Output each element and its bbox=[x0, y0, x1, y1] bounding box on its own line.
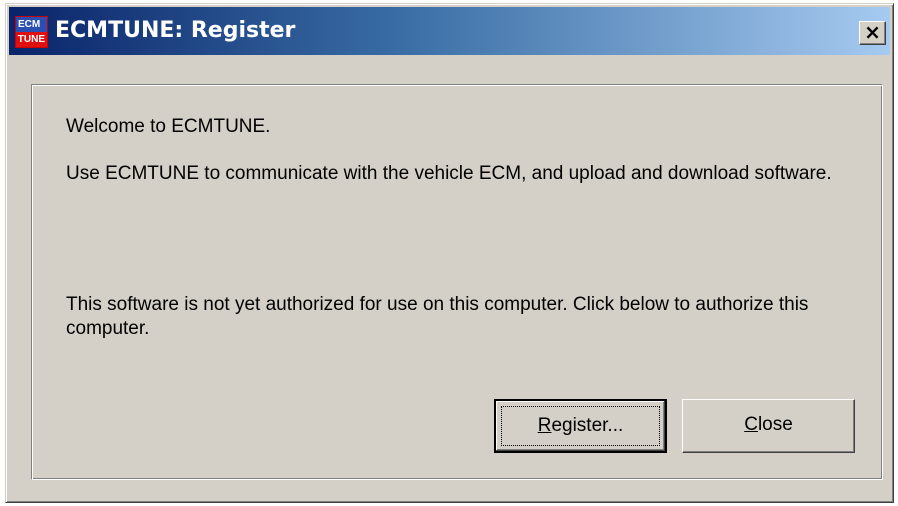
close-icon[interactable]: × bbox=[859, 21, 886, 45]
app-icon-bottom-text: TUNE bbox=[16, 32, 47, 47]
welcome-text: Welcome to ECMTUNE. bbox=[66, 116, 271, 137]
register-mnemonic: R bbox=[537, 415, 552, 436]
description-text: Use ECMTUNE to communicate with the vehi… bbox=[66, 163, 832, 184]
message-panel: Welcome to ECMTUNE. Use ECMTUNE to commu… bbox=[31, 84, 883, 480]
ecmtune-app-icon[interactable]: ECM TUNE bbox=[15, 16, 48, 48]
register-button[interactable]: Register... bbox=[494, 399, 667, 453]
register-button-label: Register... bbox=[538, 415, 624, 436]
close-button-label: Close bbox=[744, 414, 793, 435]
register-label-rest: egister... bbox=[551, 415, 624, 436]
authorization-text: This software is not yet authorized for … bbox=[66, 294, 809, 339]
close-label-rest: lose bbox=[757, 414, 793, 435]
close-mnemonic: C bbox=[744, 414, 758, 435]
register-dialog: ECM TUNE ECMTUNE: Register × Welcome to … bbox=[5, 3, 894, 503]
title-bar[interactable]: ECM TUNE ECMTUNE: Register × bbox=[9, 7, 890, 55]
app-icon-top-text: ECM bbox=[16, 17, 47, 32]
close-button[interactable]: Close bbox=[682, 399, 855, 453]
window-title: ECMTUNE: Register bbox=[55, 18, 296, 43]
